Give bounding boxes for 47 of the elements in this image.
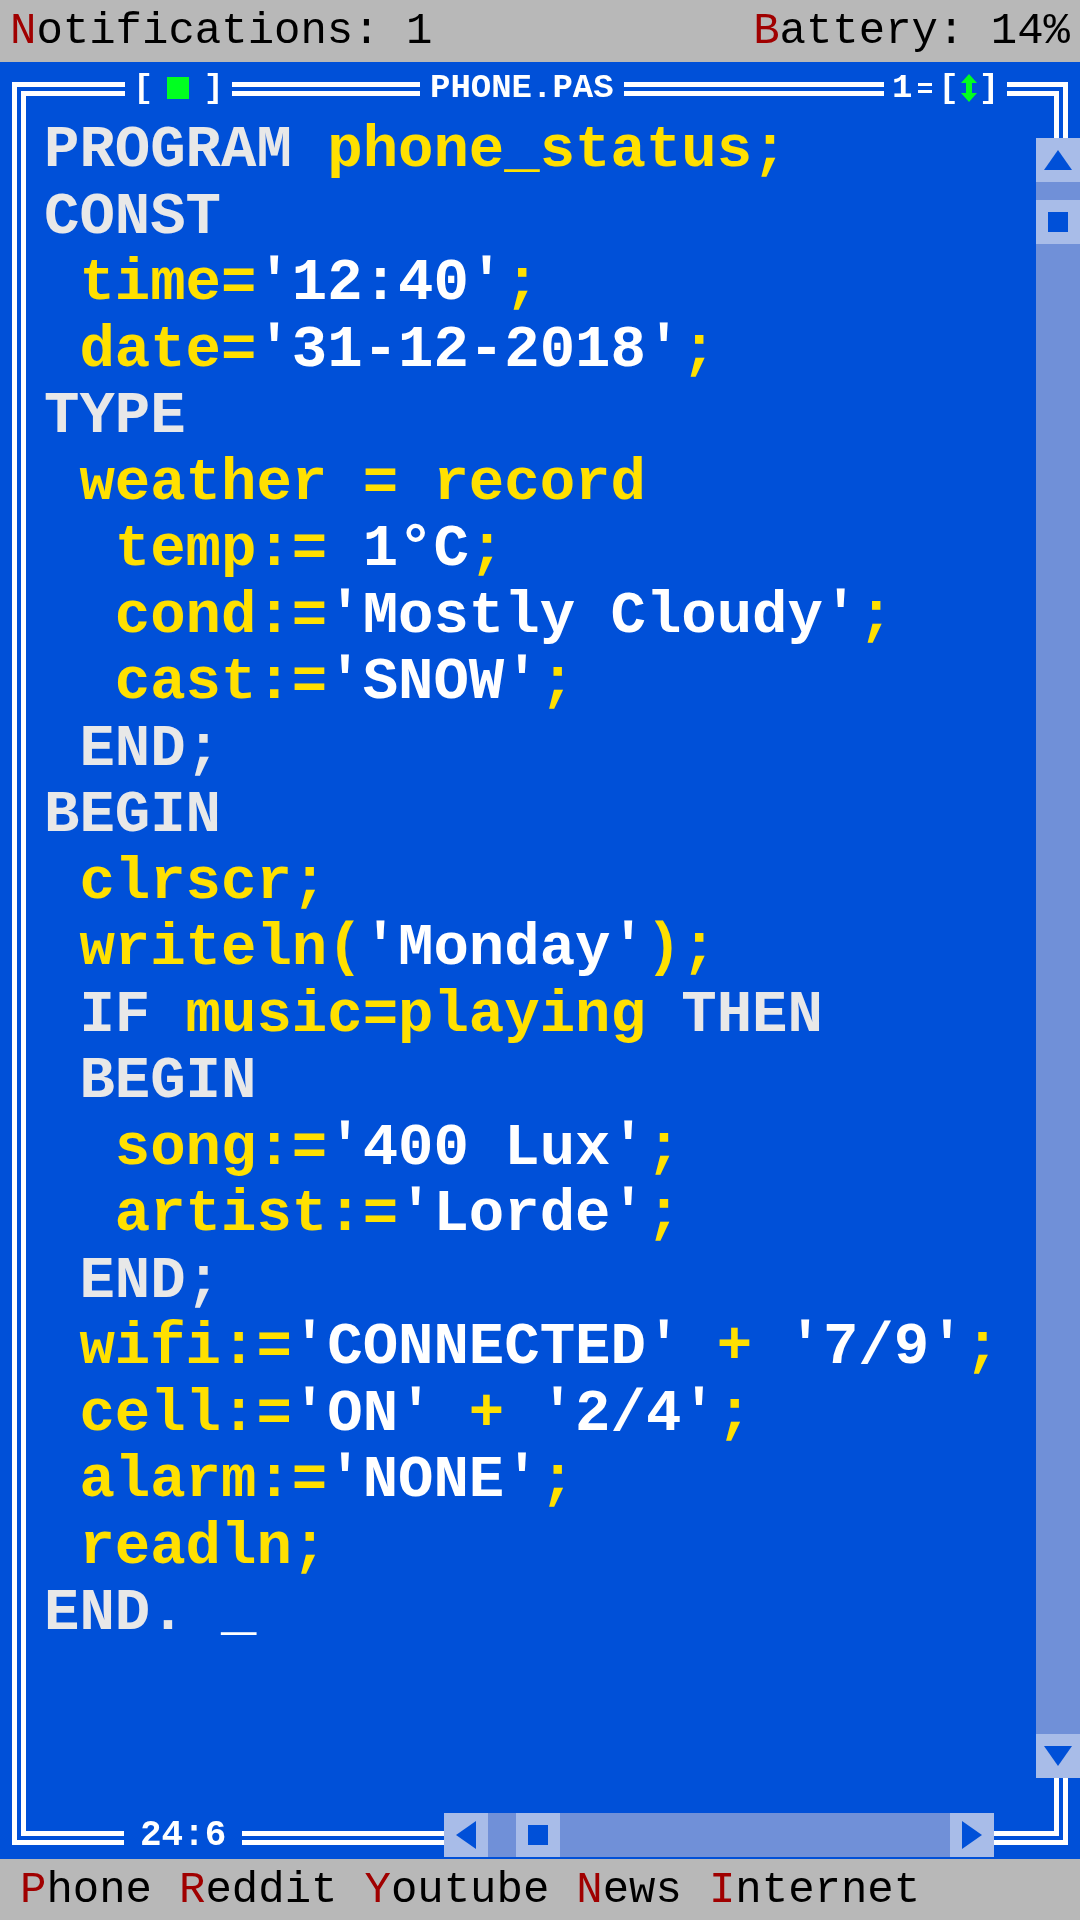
- up-down-arrow-icon: [960, 74, 977, 102]
- code-line: cast:='SNOW';: [113, 650, 577, 717]
- scroll-right-button[interactable]: [950, 1813, 994, 1857]
- menu-item[interactable]: Internet: [708, 1856, 921, 1920]
- code-line: temp:= 1°C;: [113, 517, 506, 584]
- code-line: PROGRAM phone_status;: [44, 118, 789, 185]
- code-line: date='31-12-2018';: [78, 317, 718, 384]
- horizontal-scrollbar[interactable]: [444, 1813, 994, 1857]
- right-triangle-icon: [962, 1821, 982, 1849]
- notifications-label: Notifications: 1: [10, 5, 433, 58]
- code-line: CONST: [44, 184, 223, 251]
- code-line: artist:='Lorde';: [113, 1182, 683, 1249]
- scroll-thumb[interactable]: [516, 1813, 560, 1857]
- menu-item[interactable]: Phone: [20, 1856, 153, 1920]
- menu-item[interactable]: News: [576, 1856, 682, 1920]
- code-line: cell:='ON' + '2/4';: [78, 1381, 754, 1448]
- menu-item[interactable]: Reddit: [179, 1856, 338, 1920]
- double-rule: [918, 83, 933, 93]
- zoom-button[interactable]: [ ]: [938, 68, 1000, 108]
- scroll-up-button[interactable]: [1036, 138, 1080, 182]
- code-line: writeln('Monday');: [78, 916, 718, 983]
- close-square-icon: [167, 77, 190, 99]
- scroll-down-button[interactable]: [1036, 1734, 1080, 1778]
- code-line: alarm:='NONE';: [78, 1448, 577, 1515]
- code-line: TYPE: [44, 384, 187, 451]
- code-line: time='12:40';: [78, 251, 541, 318]
- menu-item[interactable]: Youtube: [364, 1856, 550, 1920]
- battery-label: Battery: 14%: [753, 5, 1070, 58]
- code-line: END. _: [44, 1581, 258, 1648]
- code-line: END;: [78, 716, 223, 783]
- code-line: weather = record: [78, 450, 647, 517]
- window-number: 1: [892, 68, 913, 108]
- up-triangle-icon: [1044, 150, 1072, 170]
- vertical-scrollbar[interactable]: [1036, 138, 1080, 1778]
- code-line: readln;: [78, 1514, 329, 1581]
- code-line: wifi:='CONNECTED' + '7/9';: [78, 1315, 1001, 1382]
- scroll-left-button[interactable]: [444, 1813, 488, 1857]
- code-line: song:='400 Lux';: [113, 1115, 683, 1182]
- code-line: BEGIN: [78, 1049, 258, 1116]
- code-line: BEGIN: [44, 783, 223, 850]
- scroll-thumb[interactable]: [1036, 200, 1080, 244]
- code-line: END;: [78, 1248, 223, 1315]
- down-triangle-icon: [1044, 1746, 1072, 1766]
- code-line: cond:='Mostly Cloudy';: [113, 583, 895, 650]
- left-triangle-icon: [456, 1821, 476, 1849]
- code-line: IF music=playing THEN: [78, 982, 824, 1049]
- code-line: clrscr;: [78, 849, 329, 916]
